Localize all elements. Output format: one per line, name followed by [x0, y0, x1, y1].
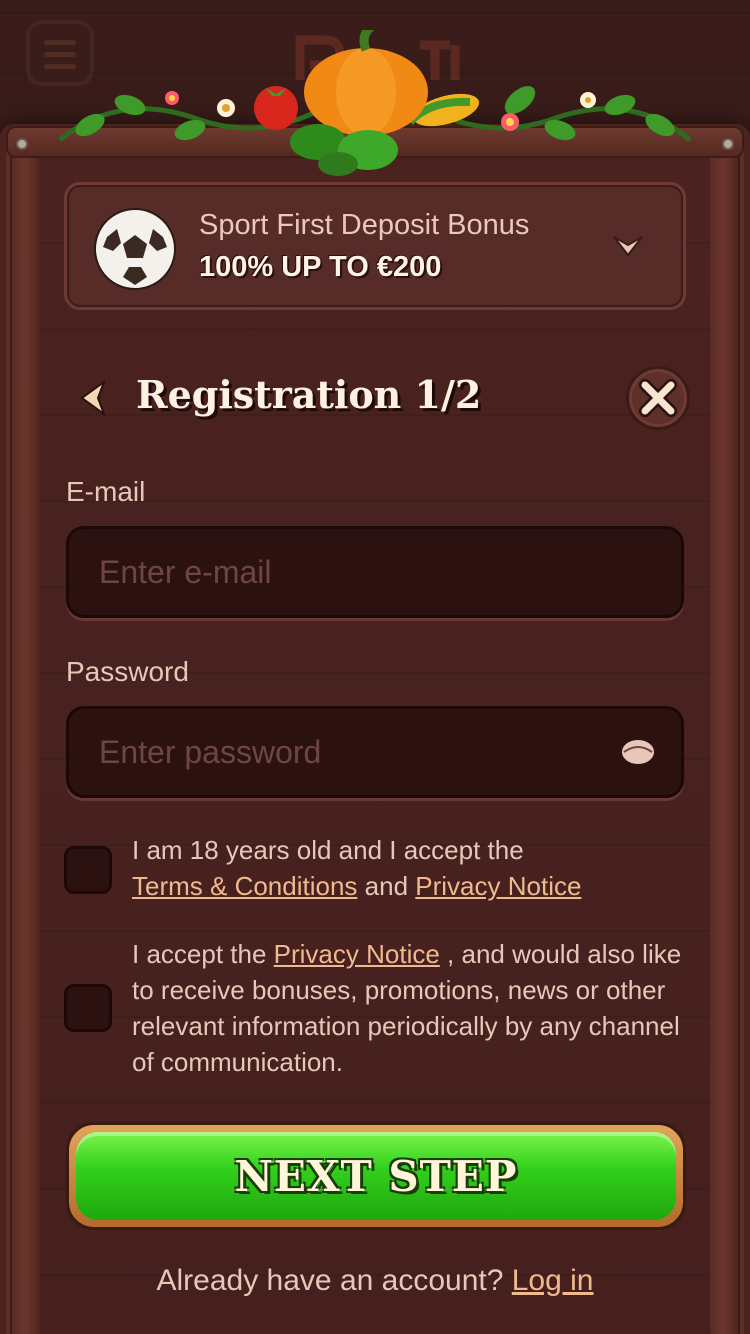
- password-field[interactable]: [66, 706, 684, 798]
- logo: [290, 30, 470, 90]
- login-link[interactable]: Log in: [512, 1264, 594, 1297]
- email-label: E-mail: [66, 476, 146, 507]
- bonus-title: Sport First Deposit Bonus: [199, 209, 530, 241]
- next-step-button-face: NEXT STEP: [76, 1132, 676, 1220]
- password-label: Password: [66, 656, 189, 687]
- close-button[interactable]: [626, 366, 690, 430]
- terms-link[interactable]: Terms & Conditions: [132, 871, 357, 901]
- bonus-selector[interactable]: Sport First Deposit Bonus 100% UP TO €20…: [64, 182, 686, 310]
- next-step-button[interactable]: NEXT STEP: [66, 1122, 686, 1230]
- back-arrow-icon[interactable]: [78, 378, 108, 418]
- login-prompt: Already have an account? Log in: [0, 1264, 750, 1298]
- nail-icon: [722, 138, 734, 150]
- consent1-text: I am 18 years old and I accept the: [132, 835, 524, 865]
- login-question: Already have an account?: [156, 1264, 504, 1297]
- marketing-text: I accept the Privacy Notice , and would …: [132, 936, 692, 1080]
- menu-icon: [26, 20, 94, 86]
- consent2-text-before: I accept the: [132, 939, 267, 969]
- page-title: Registration 1/2: [136, 372, 482, 417]
- chevron-down-icon: [613, 236, 643, 257]
- bonus-amount: 100% UP TO €200: [199, 251, 442, 283]
- frame-left-post: [10, 140, 42, 1334]
- consent1-and: and: [364, 871, 409, 901]
- privacy-notice-link-2[interactable]: Privacy Notice: [274, 939, 440, 969]
- age-terms-text: I am 18 years old and I accept the Terms…: [132, 832, 692, 904]
- nail-icon: [16, 138, 28, 150]
- close-icon: [639, 379, 677, 417]
- show-password-icon[interactable]: [620, 738, 656, 766]
- email-field[interactable]: [66, 526, 684, 618]
- next-step-label: NEXT STEP: [234, 1151, 518, 1201]
- frame-right-post: [708, 140, 740, 1334]
- age-terms-checkbox[interactable]: [64, 846, 112, 894]
- marketing-checkbox[interactable]: [64, 984, 112, 1032]
- soccer-ball-icon: [94, 208, 176, 290]
- frame-top-beam: [6, 126, 744, 158]
- privacy-notice-link[interactable]: Privacy Notice: [415, 871, 581, 901]
